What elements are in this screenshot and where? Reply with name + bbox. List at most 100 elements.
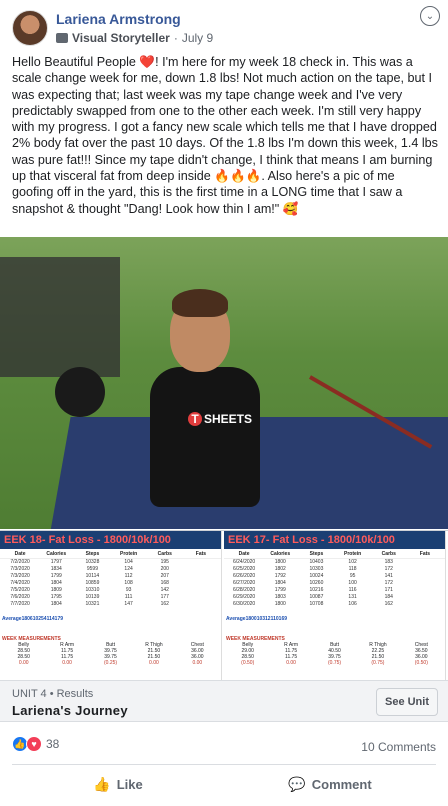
author-name[interactable]: Lariena Armstrong <box>56 11 181 27</box>
comments-count[interactable]: 10 Comments <box>361 740 436 754</box>
post-header: Lariena Armstrong Visual Storyteller · J… <box>0 0 448 50</box>
average-cell: 114 <box>46 616 55 622</box>
sheet-header-cell: Calories <box>270 551 291 557</box>
sheet-row: 7/2/2020 1797 10328 104 195 <box>0 559 221 566</box>
sheet-cell: 118 <box>348 566 357 572</box>
average-cell: 179 <box>54 616 64 622</box>
sheet-header-cell: Fats <box>419 551 431 557</box>
sheet-cell <box>183 573 219 580</box>
sheet-row: 6/29/2020 1803 10087 131 184 <box>224 594 445 601</box>
sheet-cell: 1799 <box>274 587 286 593</box>
sheet-cell: 1803 <box>274 594 286 600</box>
average-cell: 10254 <box>32 616 47 622</box>
sheet-cell: 7/6/2020 <box>10 594 30 600</box>
sheet-cell: 111 <box>124 594 133 600</box>
sheet-cell: 7/4/2020 <box>10 580 30 586</box>
sheet-cell: 10328 <box>85 559 100 565</box>
see-unit-button[interactable]: See Unit <box>376 688 438 716</box>
unit-card[interactable]: UNIT 4 • Results Lariena's Journey See U… <box>0 680 448 722</box>
sheet-cell: 183 <box>384 559 393 565</box>
sheet-cell: 112 <box>124 573 133 579</box>
sheet-cell: 195 <box>160 559 169 565</box>
sheet-cell: 172 <box>384 580 393 586</box>
like-button[interactable]: 👍 Like <box>12 765 224 804</box>
sheet-row: 7/3/2020 1834 9599 124 200 <box>0 566 221 573</box>
love-reaction-icon: ♥ <box>26 736 42 752</box>
comment-icon: 💬 <box>288 776 306 792</box>
comment-button[interactable]: 💬 Comment <box>224 765 436 804</box>
sheet-cell: 6/30/2020 <box>232 601 256 607</box>
sheet-cell: 1809 <box>50 587 62 593</box>
sheet-row: 7/3/2020 1799 10114 112 207 <box>0 573 221 580</box>
sheet-cell: 7/2/2020 <box>10 559 30 565</box>
avatar[interactable] <box>12 10 48 46</box>
sheet-cell: 10260 <box>309 580 324 586</box>
sheet-cell <box>407 580 443 587</box>
sheet-cell <box>407 573 443 580</box>
sheet-cell: 1834 <box>50 566 62 572</box>
sheet-cell: 1800 <box>274 601 286 607</box>
sheet-cell <box>183 587 219 594</box>
sheet-cell: 207 <box>160 573 169 579</box>
sheet-cell: 1797 <box>50 559 62 565</box>
spreadsheet-images[interactable]: EEK 18- Fat Loss - 1800/10k/100 Date Calor… <box>0 530 448 681</box>
measurement-cell: 0.00 <box>286 660 296 666</box>
measurement-cell: 0.00 <box>18 660 29 666</box>
average-cell: 10312 <box>256 616 271 622</box>
sheet-cell: 6/28/2020 <box>232 587 256 593</box>
sheet-row: 7/7/2020 1804 10321 147 162 <box>0 601 221 608</box>
sheet-header-cell: Date <box>14 551 26 557</box>
more-options-button[interactable]: ⌄ <box>420 6 440 26</box>
action-bar: 👍 Like 💬 Comment <box>12 764 436 804</box>
cart-wheel <box>55 367 105 417</box>
measurement-cell: (0.50) <box>414 660 428 666</box>
sheet-header-cell: Steps <box>85 551 100 557</box>
sheet-cell: 6/26/2020 <box>232 573 256 579</box>
sheet-row: 7/6/2020 1795 10139 111 177 <box>0 594 221 601</box>
sheet-cell: 1800 <box>274 559 286 565</box>
sheet-cell: 106 <box>348 601 357 607</box>
sheet-cell: 184 <box>384 594 393 600</box>
sheet-cell: 10310 <box>85 587 100 593</box>
badge-icon <box>56 33 68 43</box>
sheet-cell: 177 <box>160 594 169 600</box>
sheet-cell: 1795 <box>50 594 62 600</box>
sheet-row: 6/30/2020 1800 10708 106 162 <box>224 601 445 608</box>
measurement-cell: 0.00 <box>62 660 72 666</box>
like-label: Like <box>116 777 143 792</box>
sheet-header-cell: Protein <box>119 551 138 557</box>
sheet-cell: 131 <box>348 594 357 600</box>
sheet-cell: 116 <box>348 587 357 593</box>
sheet-row: 7/4/2020 1804 10859 108 168 <box>0 580 221 587</box>
sheet-title: EEK 17- Fat Loss - 1800/10k/100 <box>224 531 445 549</box>
comment-label: Comment <box>311 777 372 792</box>
sheet-cell <box>183 601 219 608</box>
chevron-down-icon: ⌄ <box>425 10 435 22</box>
sheet-cell: 162 <box>384 601 393 607</box>
sheet-cell: 10216 <box>309 587 324 593</box>
sheet-week-18: EEK 18- Fat Loss - 1800/10k/100 Date Calor… <box>0 531 222 681</box>
post-photo[interactable]: T SHEETS <box>0 237 448 529</box>
reaction-count: 38 <box>46 737 60 751</box>
sheet-cell: 95 <box>349 573 356 579</box>
sheet-header-cell: Calories <box>46 551 67 557</box>
sheet-cell: 168 <box>160 580 169 586</box>
sheet-cell <box>183 566 219 573</box>
sheet-cell: 6/27/2020 <box>232 580 256 586</box>
meta-separator: · <box>173 31 178 45</box>
sheet-cell: 10024 <box>309 573 324 579</box>
sheet-header-cell: Date <box>238 551 250 557</box>
sheet-cell: 10708 <box>309 601 324 607</box>
average-label: Average <box>2 616 22 622</box>
sheet-header-cell: Steps <box>309 551 324 557</box>
sheet-cell: 10139 <box>85 594 100 600</box>
reaction-summary[interactable]: 👍 ♥ 38 <box>12 736 59 752</box>
sheet-header-row: Date Calories Steps Protein Carbs Fats <box>224 549 445 559</box>
measurement-cell: (0.25) <box>103 660 118 666</box>
sheet-header-cell: Protein <box>343 551 362 557</box>
unit-title[interactable]: Lariena's Journey <box>12 703 128 718</box>
sheet-cell: 171 <box>384 587 393 593</box>
post-text: Hello Beautiful People ❤️! I'm here for … <box>12 55 442 216</box>
sheet-row: 6/24/2020 1800 10403 102 183 <box>224 559 445 566</box>
post-date[interactable]: July 9 <box>182 31 213 45</box>
